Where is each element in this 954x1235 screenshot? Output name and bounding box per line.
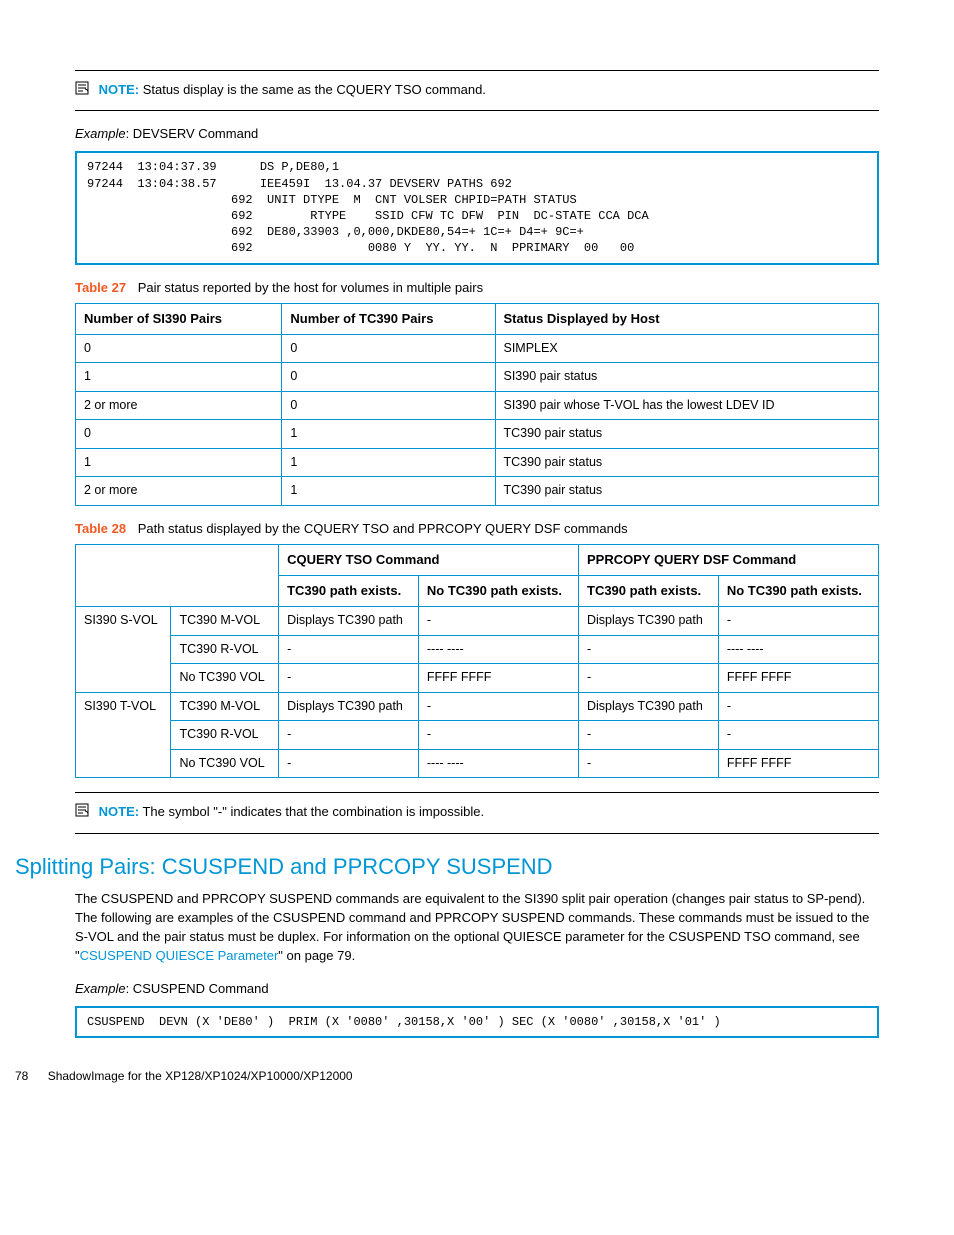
table-row: 11TC390 pair status — [76, 448, 879, 477]
col-header: TC390 path exists. — [579, 576, 719, 607]
table-row: TC390 R-VOL----- --------- ---- — [76, 635, 879, 664]
note-icon — [75, 803, 91, 822]
table-row: 10SI390 pair status — [76, 363, 879, 392]
page-footer: 78 ShadowImage for the XP128/XP1024/XP10… — [15, 1068, 879, 1085]
table-row: SI390 T-VOL TC390 M-VOLDisplays TC390 pa… — [76, 692, 879, 721]
col-header: CQUERY TSO Command — [279, 545, 579, 576]
example-label: Example: CSUSPEND Command — [75, 980, 879, 998]
note-text: Status display is the same as the CQUERY… — [143, 82, 486, 97]
col-header: PPRCOPY QUERY DSF Command — [579, 545, 879, 576]
col-header: Number of SI390 Pairs — [76, 303, 282, 334]
table-row: 2 or more0SI390 pair whose T-VOL has the… — [76, 391, 879, 420]
page-number: 78 — [15, 1069, 28, 1083]
col-header: No TC390 path exists. — [718, 576, 878, 607]
col-header: No TC390 path exists. — [418, 576, 578, 607]
note-icon — [75, 81, 91, 100]
table-row: 2 or more1TC390 pair status — [76, 477, 879, 506]
example-label: Example: DEVSERV Command — [75, 125, 879, 143]
table-row: No TC390 VOL-FFFF FFFF-FFFF FFFF — [76, 664, 879, 693]
rule — [75, 833, 879, 834]
note-block: NOTE: The symbol "-" indicates that the … — [75, 803, 879, 822]
table28-caption: Table 28 Path status displayed by the CQ… — [75, 520, 879, 538]
table28: CQUERY TSO Command PPRCOPY QUERY DSF Com… — [75, 544, 879, 778]
table-row: TC390 R-VOL---- — [76, 721, 879, 750]
col-header: Number of TC390 Pairs — [282, 303, 495, 334]
table-row: 01TC390 pair status — [76, 420, 879, 449]
code-example-devserv: 97244 13:04:37.39 DS P,DE80,1 97244 13:0… — [75, 151, 879, 264]
rule — [75, 792, 879, 793]
col-header-empty — [76, 545, 279, 607]
table27-caption: Table 27 Pair status reported by the hos… — [75, 279, 879, 297]
link-csuspend-quiesce[interactable]: CSUSPEND QUIESCE Parameter — [80, 948, 279, 963]
rule — [75, 110, 879, 111]
note-block: NOTE: Status display is the same as the … — [75, 81, 879, 100]
note-label: NOTE: — [99, 804, 139, 819]
table-row: No TC390 VOL----- -----FFFF FFFF — [76, 749, 879, 778]
col-header: TC390 path exists. — [279, 576, 419, 607]
table27: Number of SI390 Pairs Number of TC390 Pa… — [75, 303, 879, 506]
footer-title: ShadowImage for the XP128/XP1024/XP10000… — [48, 1069, 353, 1083]
body-paragraph: The CSUSPEND and PPRCOPY SUSPEND command… — [75, 890, 879, 965]
section-heading: Splitting Pairs: CSUSPEND and PPRCOPY SU… — [15, 852, 879, 883]
note-label: NOTE: — [99, 82, 139, 97]
table-row: 00SIMPLEX — [76, 334, 879, 363]
rule — [75, 70, 879, 71]
code-example-csuspend: CSUSPEND DEVN (X 'DE80' ) PRIM (X '0080'… — [75, 1006, 879, 1038]
note-text: The symbol "-" indicates that the combin… — [142, 804, 484, 819]
col-header: Status Displayed by Host — [495, 303, 879, 334]
table-row: SI390 S-VOL TC390 M-VOLDisplays TC390 pa… — [76, 607, 879, 636]
